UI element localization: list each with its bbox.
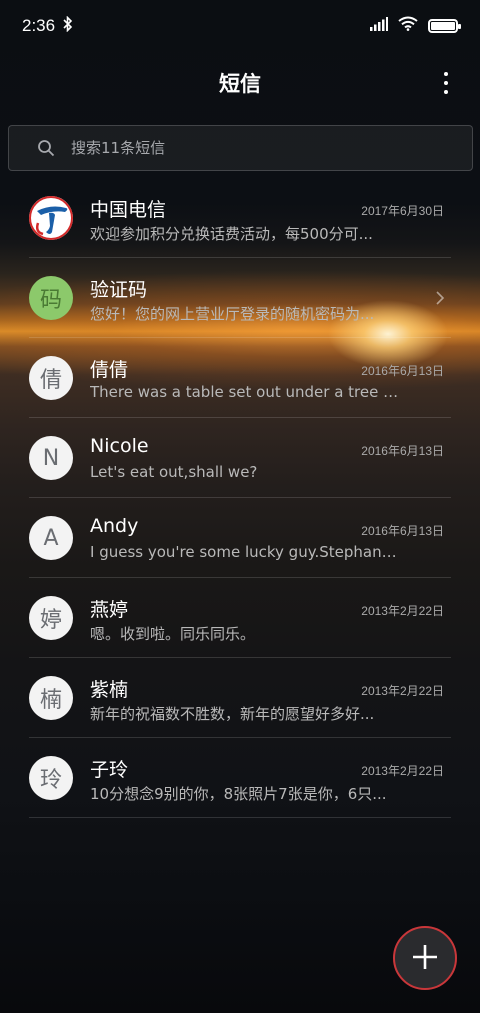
- conversation-row[interactable]: 玲 子玲 2013年2月22日 10分想念9别的你，8张照片7张是你，6只...: [0, 738, 480, 818]
- contact-name: 燕婷: [90, 599, 129, 621]
- more-vertical-icon[interactable]: [440, 72, 452, 94]
- message-date: 2016年6月13日: [361, 444, 444, 458]
- new-message-button[interactable]: [393, 926, 457, 990]
- message-preview: 新年的祝福数不胜数，新年的愿望好多好...: [90, 705, 375, 723]
- battery-fill: [431, 22, 455, 30]
- message-date: 2016年6月13日: [361, 364, 444, 378]
- message-preview: 嗯。收到啦。同乐同乐。: [90, 625, 256, 643]
- contact-avatar: A: [29, 516, 73, 560]
- conversation-row[interactable]: 倩 倩倩 2016年6月13日 There was a table set ou…: [0, 338, 480, 418]
- contact-avatar: 玲: [29, 756, 73, 800]
- contact-avatar: 码: [29, 276, 73, 320]
- status-icons: [370, 16, 461, 36]
- conversation-row[interactable]: 码 验证码 您好！您的网上营业厅登录的随机密码为...: [0, 258, 480, 338]
- message-date: 2016年6月13日: [361, 524, 444, 538]
- contact-name: Nicole: [90, 435, 149, 457]
- status-time: 2:36: [22, 16, 56, 35]
- contact-name: Andy: [90, 515, 139, 537]
- message-date: 2013年2月22日: [361, 684, 444, 698]
- contact-avatar: 婷: [29, 596, 73, 640]
- contact-name: 倩倩: [90, 359, 129, 381]
- more-dot: [444, 90, 448, 94]
- message-preview: 欢迎参加积分兑换话费活动，每500分可...: [90, 225, 373, 243]
- conversation-row[interactable]: 中国电信 2017年6月30日 欢迎参加积分兑换话费活动，每500分可...: [0, 178, 480, 258]
- contact-avatar: 楠: [29, 676, 73, 720]
- contact-name: 中国电信: [90, 199, 167, 221]
- conversation-row[interactable]: 婷 燕婷 2013年2月22日 嗯。收到啦。同乐同乐。: [0, 578, 480, 658]
- search-bar[interactable]: [8, 125, 473, 171]
- contact-avatar: N: [29, 436, 73, 480]
- message-preview: 您好！您的网上营业厅登录的随机密码为...: [90, 305, 375, 323]
- message-date: 2013年2月22日: [361, 604, 444, 618]
- contact-name: 紫楠: [90, 679, 129, 701]
- message-preview: I guess you're some lucky guy.Stephani..…: [90, 543, 400, 561]
- contact-avatar: 倩: [29, 356, 73, 400]
- conversation-row[interactable]: A Andy 2016年6月13日 I guess you're some lu…: [0, 498, 480, 578]
- chevron-right-icon: [435, 290, 445, 311]
- contact-name: 验证码: [90, 279, 148, 301]
- message-date: 2017年6月30日: [361, 204, 444, 218]
- bluetooth-icon: [63, 15, 73, 36]
- message-preview: 10分想念9别的你，8张照片7张是你，6只...: [90, 785, 387, 803]
- message-preview: Let's eat out,shall we?: [90, 463, 258, 481]
- conversation-row[interactable]: N Nicole 2016年6月13日 Let's eat out,shall …: [0, 418, 480, 498]
- china-telecom-logo-avatar: [29, 196, 73, 240]
- message-preview: There was a table set out under a tree i…: [90, 383, 400, 401]
- search-input[interactable]: [71, 139, 431, 157]
- search-icon: [37, 139, 55, 157]
- battery-icon: [428, 19, 461, 33]
- cell-signal-icon: [370, 16, 388, 36]
- page-title: 短信: [219, 72, 261, 96]
- contact-name: 子玲: [90, 759, 129, 781]
- plus-icon: [411, 938, 439, 978]
- message-date: 2013年2月22日: [361, 764, 444, 778]
- status-bar: 2:36: [0, 0, 480, 52]
- row-divider: [29, 817, 451, 818]
- wifi-icon: [398, 16, 418, 36]
- conversation-list: 中国电信 2017年6月30日 欢迎参加积分兑换话费活动，每500分可... 码…: [0, 178, 480, 818]
- more-dot: [444, 81, 448, 85]
- more-dot: [444, 72, 448, 76]
- title-bar: 短信: [0, 58, 480, 108]
- conversation-row[interactable]: 楠 紫楠 2013年2月22日 新年的祝福数不胜数，新年的愿望好多好...: [0, 658, 480, 738]
